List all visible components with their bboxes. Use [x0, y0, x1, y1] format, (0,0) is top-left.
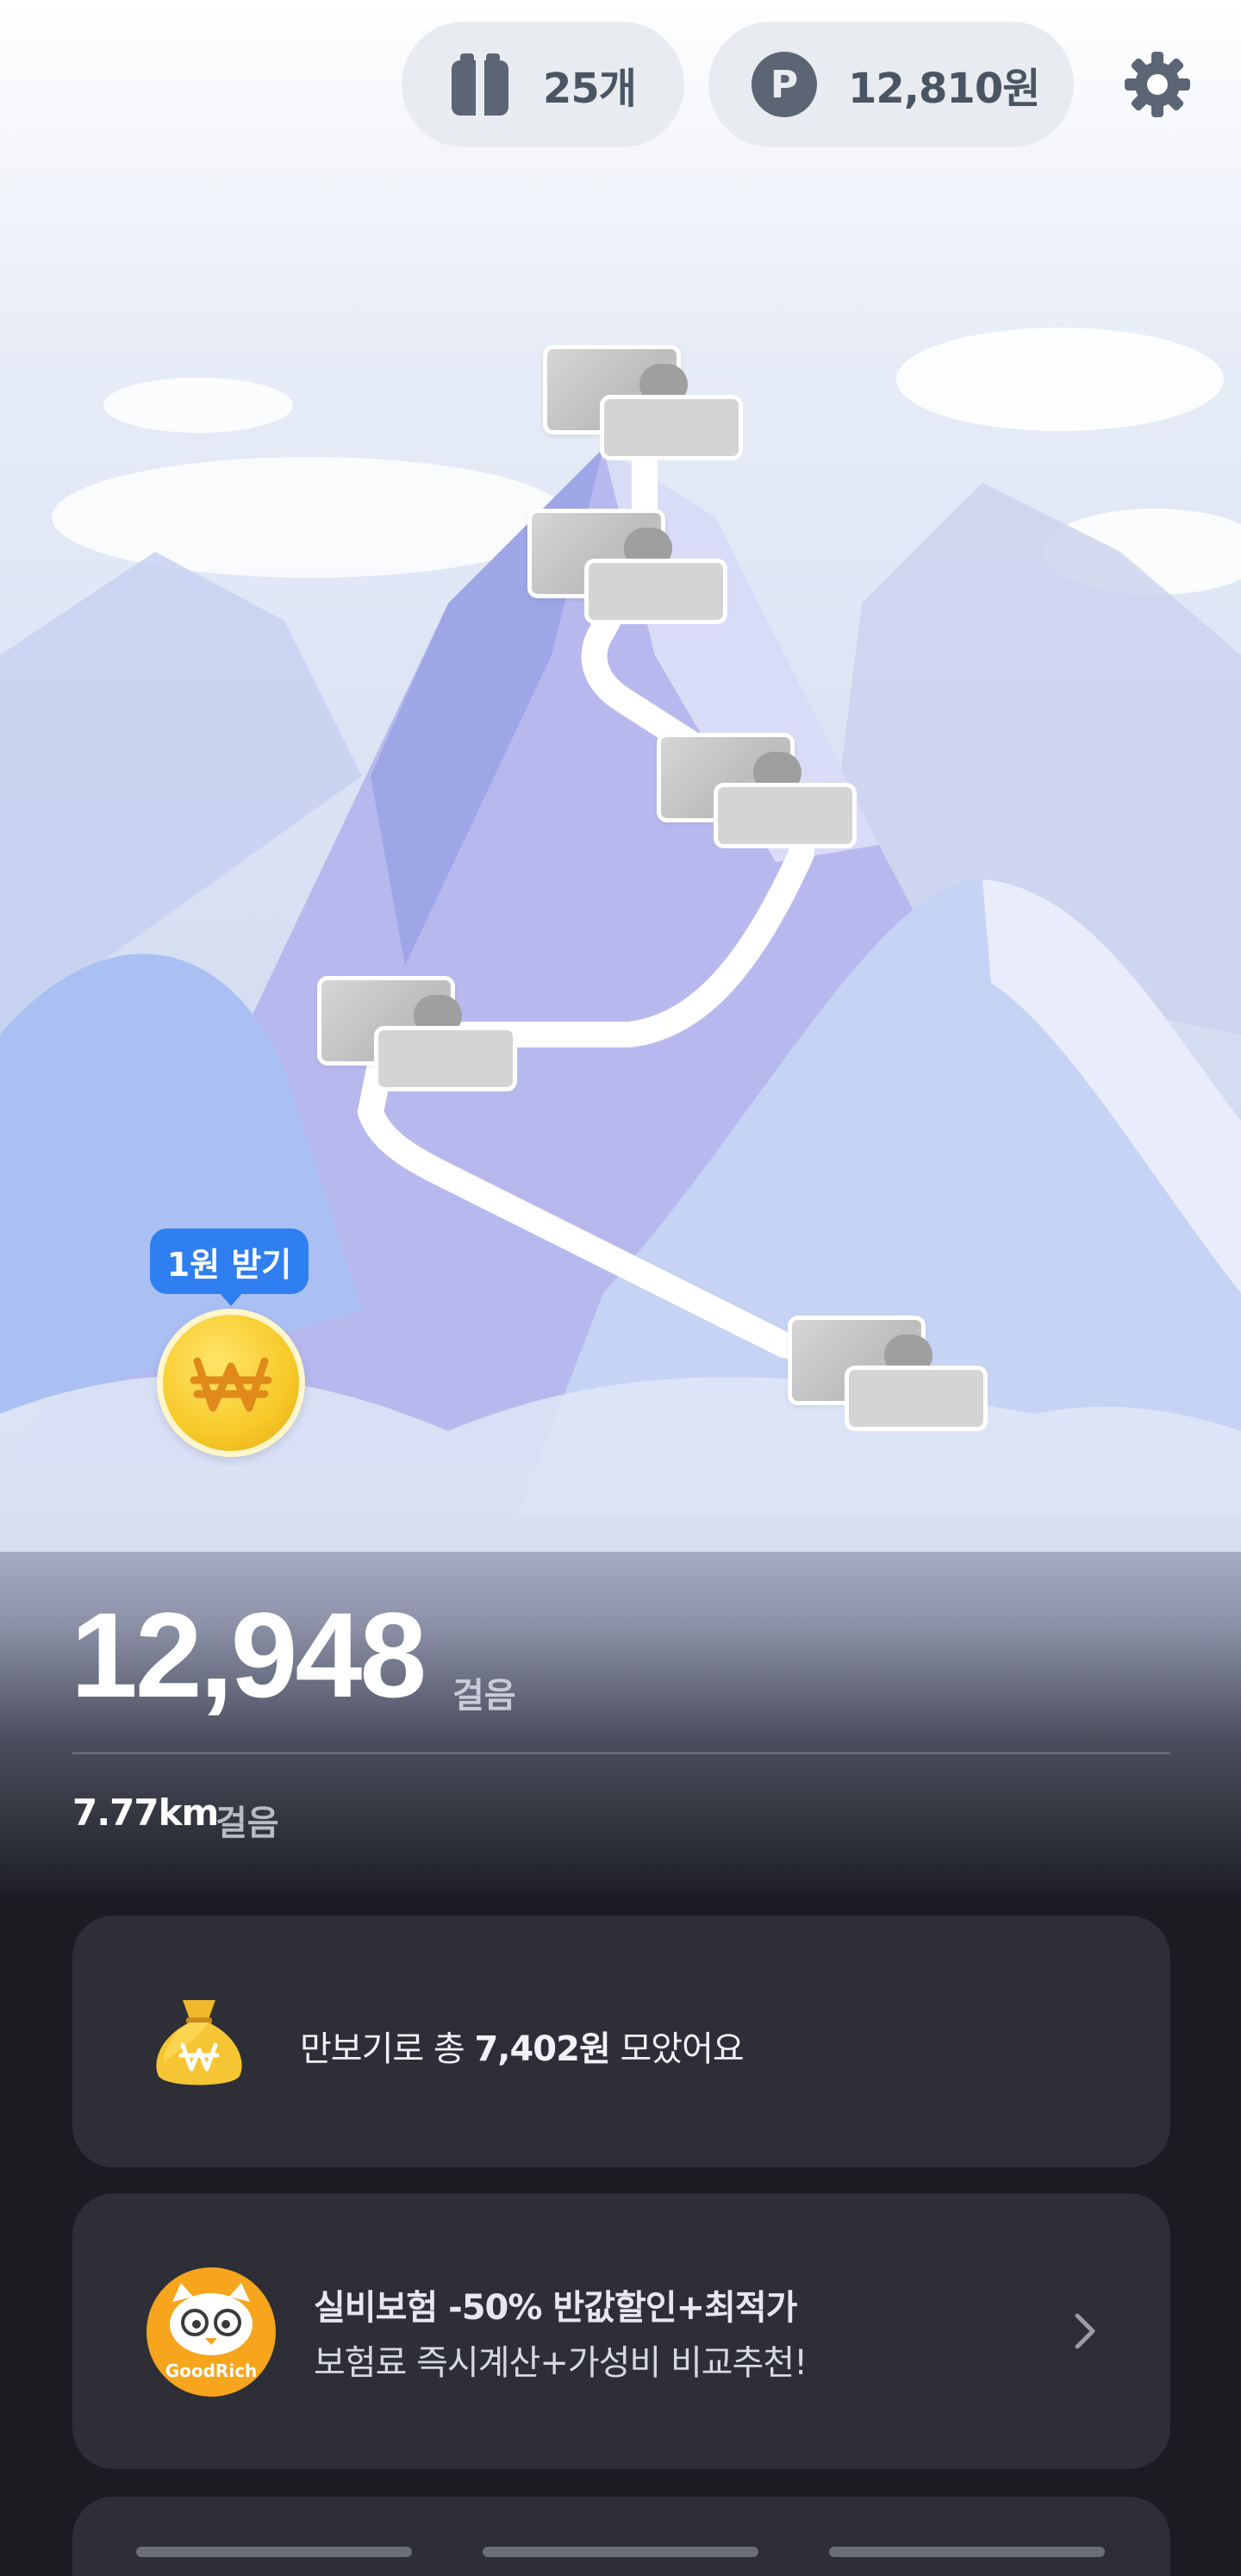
- total-earned-text: 만보기로 총 7,402원 모았어요: [300, 2029, 745, 2069]
- ad-title: 실비보험 -50% 반값할인+최적가: [314, 2288, 798, 2328]
- tickets-count: 25개: [543, 65, 637, 113]
- bottom-card[interactable]: [72, 2497, 1170, 2576]
- goodrich-logo: GoodRich: [147, 2267, 276, 2397]
- tickets-pill[interactable]: 25개: [402, 22, 684, 147]
- tab-indicator-1: [136, 2547, 412, 2557]
- gear-icon[interactable]: [1123, 50, 1192, 119]
- coin-button[interactable]: [157, 1309, 305, 1457]
- money-bag-icon: [156, 2000, 242, 2085]
- total-earned-card[interactable]: 만보기로 총 7,402원 모았어요: [72, 1916, 1170, 2167]
- total-earned-amount: 7,402원: [474, 2029, 610, 2069]
- points-pill[interactable]: P 12,810원: [708, 22, 1074, 147]
- distance-value: 7.77km: [72, 1791, 219, 1834]
- step-count-unit: 걸음: [452, 1676, 516, 1716]
- insurance-ad-card[interactable]: GoodRich 실비보험 -50% 반값할인+최적가 보험료 즉시계산+가성비…: [72, 2193, 1170, 2469]
- tab-indicator-3: [829, 2547, 1105, 2557]
- chevron-right-icon[interactable]: [1072, 2310, 1098, 2352]
- won-coin-icon: [190, 1357, 272, 1412]
- p-badge-icon: P: [751, 52, 817, 117]
- reward-label[interactable]: 1원 받기: [150, 1229, 309, 1306]
- divider: [72, 1752, 1170, 1754]
- distance-unit: 걸음: [215, 1804, 279, 1843]
- goodrich-logo-text: GoodRich: [165, 2360, 258, 2381]
- step-count: 12,948: [71, 1587, 427, 1723]
- tab-indicator-2: [483, 2547, 758, 2557]
- map-area: 25개 P 12,810원 1원 받기 12,948 걸음 7.77km 걸음: [0, 0, 1241, 1893]
- ad-subtitle: 보험료 즉시계산+가성비 비교추천!: [314, 2343, 808, 2383]
- points-amount: 12,810원: [848, 65, 1040, 113]
- ticket-icon: [452, 53, 508, 116]
